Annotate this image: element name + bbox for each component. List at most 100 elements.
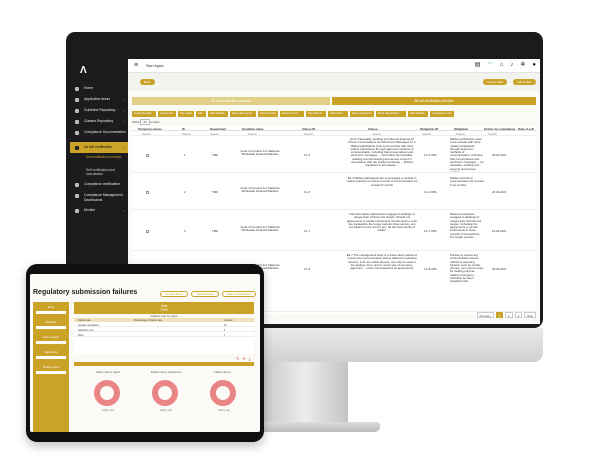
page-button[interactable]: 1: [495, 312, 504, 318]
user-icon[interactable]: ●: [532, 62, 536, 69]
sidebar-item-guideline-repository[interactable]: Guideline Repository ‹: [70, 105, 128, 116]
action-button[interactable]: Excel data export: [230, 111, 256, 117]
search-field[interactable]: Search: [210, 132, 219, 136]
action-button[interactable]: Attach files: [328, 111, 348, 117]
row-date: 26.04.2021: [492, 191, 507, 194]
search-field[interactable]: Search: [372, 132, 381, 136]
entries-label: entries: [150, 120, 160, 124]
month-filter[interactable]: [36, 341, 66, 344]
row-obligation: Market records of communication for at l…: [450, 177, 484, 187]
row-label: Unsafe compliance: [78, 323, 100, 327]
action-button[interactable]: Create rule: [158, 111, 176, 117]
table-row[interactable]: 1 TMD Code of Conduct For Malaysia Whole…: [132, 137, 536, 173]
total-value: 75%: [159, 307, 168, 312]
search-field[interactable]: Search: [456, 132, 465, 136]
next-page-button[interactable]: Next: [524, 312, 536, 318]
table-row[interactable]: Attached error 8: [74, 328, 254, 332]
upload-file-button[interactable]: Upload file data: [191, 291, 219, 297]
column-header[interactable]: Counter: [224, 319, 233, 322]
folder-icon: [75, 120, 79, 124]
database-icon[interactable]: ▤: [475, 62, 481, 69]
row-clause: E2-7 The management body is to have clea…: [346, 254, 418, 271]
menu-icon[interactable]: ≡: [134, 62, 138, 69]
action-button[interactable]: Compliance note: [430, 111, 454, 117]
page-button[interactable]: 2: [505, 312, 513, 318]
filter-label: Entity: [47, 306, 55, 309]
sidebar-item-classes-repository[interactable]: Classes Repository ‹: [70, 116, 128, 127]
previous-page-button[interactable]: Previous: [476, 312, 494, 318]
sidebar-item-dashboards[interactable]: Compliance Management Dashboards: [70, 190, 128, 205]
column-header[interactable]: Failure rate: [78, 319, 91, 322]
back-button[interactable]: Back: [140, 79, 155, 85]
sidebar-item-home[interactable]: Home: [70, 83, 128, 94]
table-row[interactable]: Unsafe compliance 10: [74, 323, 254, 327]
sidebar-item-label: Compliance Management Dashboards: [84, 193, 123, 202]
add-filter-button[interactable]: Add & filter: [513, 79, 536, 85]
row-checkbox[interactable]: [146, 154, 149, 157]
filter-panel: Entity Regulator Year of month Supervisi…: [33, 302, 69, 432]
action-button[interactable]: Export to new: [280, 111, 304, 117]
product-group-filter[interactable]: [36, 371, 66, 374]
table-row[interactable]: 2 TMD Code of Conduct For Malaysia Whole…: [132, 174, 536, 210]
supervision-filter[interactable]: [36, 356, 66, 359]
breadcrumb[interactable]: Start Again: [146, 64, 164, 68]
toolbar: Back Cancel data Add & filter: [128, 73, 540, 91]
column-header[interactable]: Percentage of failure rate: [134, 319, 162, 322]
submit-management-button[interactable]: Submit to Management: [222, 291, 256, 297]
sidebar-item-compliance-documentation[interactable]: Compliance Documentation: [70, 127, 128, 142]
page-length-select[interactable]: 25: [140, 119, 150, 125]
chevron-left-icon: ‹: [123, 119, 125, 124]
bell-icon[interactable]: ♪: [510, 62, 513, 69]
action-button[interactable]: Excel by data: [258, 111, 278, 117]
app-logo-icon[interactable]: Λ: [80, 66, 90, 76]
row-obligation-id: CL-5.OB1: [424, 154, 437, 157]
wifi-icon[interactable]: ◠: [487, 62, 492, 69]
sidebar-item-self-certification[interactable]: Alt self certification ‹: [70, 142, 128, 153]
gear-icon[interactable]: ✲: [520, 62, 525, 69]
action-button[interactable]: Mass add attribute: [376, 111, 406, 117]
donut-chart-other: Failure rate by ... Failure rate: [198, 371, 250, 431]
action-button[interactable]: Ideal compliance: [350, 111, 374, 117]
action-button[interactable]: Set model: [178, 111, 194, 117]
search-field[interactable]: Search: [182, 132, 191, 136]
search-field[interactable]: Search: [422, 132, 431, 136]
action-button[interactable]: Add attribute: [208, 111, 228, 117]
page-button[interactable]: 3: [514, 312, 523, 318]
principle-banner[interactable]: Alt self certification principle: [332, 97, 536, 105]
cancel-data-button[interactable]: Cancel data: [483, 79, 508, 85]
sidebar-item-monitor[interactable]: Monitor ‹: [70, 205, 128, 216]
sidebar-subitem-principle[interactable]: Self certification principle: [70, 153, 128, 166]
generate-report-button[interactable]: Generate Report: [160, 291, 188, 297]
table-row[interactable]: Fiber 4: [74, 333, 254, 337]
page-length-control: Show 25 entries: [132, 119, 160, 125]
search-field[interactable]: Search: [248, 132, 257, 136]
search-field[interactable]: Search: [142, 132, 151, 136]
monitor-stand-neck: [262, 362, 348, 424]
row-checkbox[interactable]: [146, 230, 149, 233]
donut-ring[interactable]: [152, 380, 178, 406]
filter-label: Regulator: [45, 321, 57, 324]
search-field[interactable]: Search: [304, 132, 313, 136]
home-icon[interactable]: ⌂: [500, 62, 504, 69]
action-button[interactable]: Set attribute: [306, 111, 326, 117]
row-guideline: Code of Conduct For Malaysia Wholesale F…: [240, 226, 280, 233]
donut-ring[interactable]: [210, 380, 236, 406]
entity-filter[interactable]: [36, 311, 66, 314]
sidebar-subitem-consultation[interactable]: Self certification and consultation: [70, 166, 128, 179]
donut-ring[interactable]: [94, 380, 120, 406]
sidebar-item-applicative-areas[interactable]: Applicative Areas ‹: [70, 94, 128, 105]
action-button[interactable]: Add: [196, 111, 206, 117]
donut-caption: Failure rate by department: [150, 371, 182, 374]
row-id: 2: [184, 191, 186, 194]
row-checkbox[interactable]: [146, 191, 149, 194]
table-row[interactable]: 3 TMD Code of Conduct For Malaysia Whole…: [132, 211, 536, 251]
action-button[interactable]: Add attribute: [408, 111, 428, 117]
proposal-banner[interactable]: Alt self certification proposal: [132, 97, 330, 105]
check-icon: [75, 146, 79, 150]
regulator-filter[interactable]: [36, 326, 66, 329]
row-clause: As P Traceability, auditing and Record-k…: [348, 138, 416, 168]
search-field[interactable]: Search: [488, 132, 497, 136]
action-button[interactable]: Import principle: [132, 111, 156, 117]
sidebar-item-compliance-certification[interactable]: Compliance certification: [70, 179, 128, 190]
table-tools[interactable]: ✎ ⟳ ⤓: [236, 356, 252, 361]
